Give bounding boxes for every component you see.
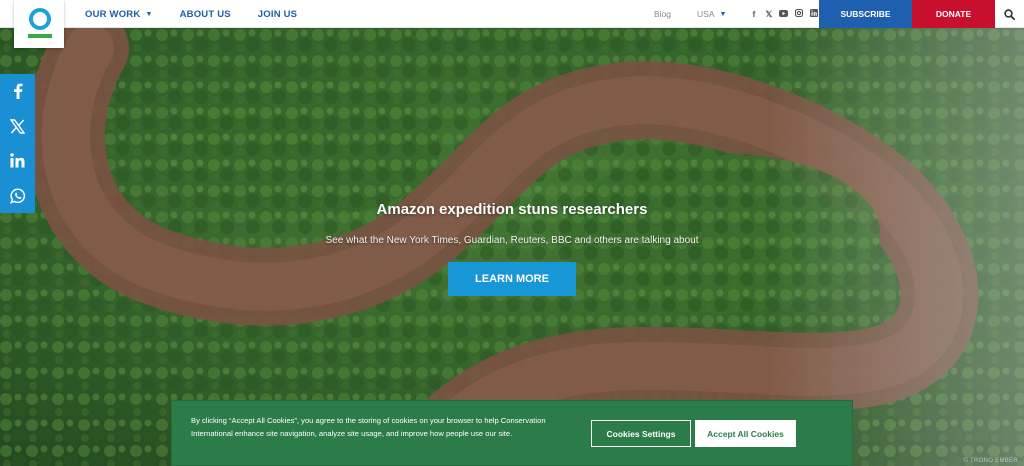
facebook-icon — [13, 83, 22, 100]
donate-button[interactable]: DONATE — [912, 0, 995, 28]
conservation-international-logo[interactable] — [14, 0, 64, 48]
nav-join-us[interactable]: JOIN US — [258, 9, 297, 20]
share-x-button[interactable] — [0, 109, 35, 144]
search-button[interactable] — [995, 0, 1024, 28]
search-icon — [1004, 8, 1015, 20]
site-header: OUR WORK ▼ ABOUT US JOIN US Blog USA ▼ f… — [0, 0, 1024, 28]
cookie-consent-text: By clicking “Accept All Cookies”, you ag… — [191, 416, 546, 438]
accept-all-cookies-button[interactable]: Accept All Cookies — [695, 420, 796, 447]
chevron-down-icon: ▼ — [719, 10, 727, 18]
logo-ring — [29, 8, 51, 30]
cookies-settings-button[interactable]: Cookies Settings — [591, 420, 691, 447]
share-whatsapp-button[interactable] — [0, 178, 35, 213]
instagram-icon[interactable] — [791, 8, 806, 19]
photo-credit: © TRONO EMBER — [963, 458, 1018, 464]
facebook-icon[interactable]: f — [746, 9, 761, 19]
nav-our-work[interactable]: OUR WORK ▼ — [85, 9, 153, 20]
logo-bar — [28, 34, 52, 38]
chevron-down-icon: ▼ — [145, 10, 153, 18]
x-icon[interactable]: 𝕏 — [761, 9, 776, 20]
linkedin-icon — [10, 153, 25, 168]
hero-title: Amazon expedition stuns researchers — [376, 201, 648, 218]
learn-more-button[interactable]: LEARN MORE — [448, 262, 576, 296]
blog-link[interactable]: Blog — [654, 9, 671, 19]
header-social-links: f 𝕏 — [746, 9, 821, 20]
nav-about-us-label: ABOUT US — [179, 8, 231, 20]
share-linkedin-button[interactable] — [0, 144, 35, 179]
whatsapp-icon — [9, 188, 25, 204]
youtube-icon[interactable] — [776, 9, 791, 19]
share-sidebar — [0, 74, 35, 213]
subscribe-button[interactable]: SUBSCRIBE — [819, 0, 912, 28]
nav-our-work-label: OUR WORK — [85, 8, 141, 20]
share-facebook-button[interactable] — [0, 74, 35, 109]
region-selector[interactable]: USA ▼ — [697, 9, 726, 19]
nav-join-us-label: JOIN US — [257, 8, 298, 20]
hero-subtitle: See what the New York Times, Guardian, R… — [325, 235, 699, 246]
cookie-consent-banner: By clicking “Accept All Cookies”, you ag… — [171, 400, 853, 466]
region-label: USA — [697, 9, 715, 19]
utility-nav: Blog USA ▼ f 𝕏 — [654, 0, 821, 28]
main-nav: OUR WORK ▼ ABOUT US JOIN US — [85, 0, 324, 28]
x-icon — [10, 118, 25, 134]
nav-about-us[interactable]: ABOUT US — [180, 9, 231, 20]
